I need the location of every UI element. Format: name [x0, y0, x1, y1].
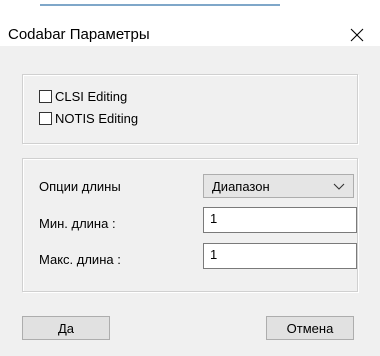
editing-options-group: CLSI Editing NOTIS Editing [22, 74, 358, 144]
length-options-group: Опции длины Диапазон Мин. длина : 1 Макс… [22, 158, 358, 292]
dialog-body: CLSI Editing NOTIS Editing Опции длины Д… [0, 46, 380, 356]
max-length-label: Макс. длина : [39, 252, 121, 267]
ok-button[interactable]: Да [22, 316, 110, 340]
length-options-value: Диапазон [212, 178, 270, 194]
window-title: Codabar Параметры [8, 26, 150, 43]
checkbox-square[interactable] [39, 89, 52, 103]
close-icon [350, 28, 364, 42]
length-options-select[interactable]: Диапазон [203, 174, 354, 198]
background-window-edge [0, 0, 380, 8]
cancel-button[interactable]: Отмена [266, 316, 354, 340]
clsi-editing-checkbox[interactable]: CLSI Editing [39, 87, 127, 105]
notis-editing-checkbox[interactable]: NOTIS Editing [39, 109, 138, 127]
min-length-label: Мин. длина : [39, 216, 116, 231]
min-length-field[interactable]: 1 [203, 207, 357, 233]
max-length-field[interactable]: 1 [203, 243, 357, 269]
close-button[interactable] [344, 22, 370, 48]
chevron-down-icon [333, 183, 345, 190]
title-bar: Codabar Параметры [0, 8, 380, 46]
length-options-label: Опции длины [39, 179, 121, 194]
notis-editing-label: NOTIS Editing [55, 110, 139, 126]
clsi-editing-label: CLSI Editing [55, 88, 128, 104]
checkbox-square[interactable] [39, 111, 52, 125]
